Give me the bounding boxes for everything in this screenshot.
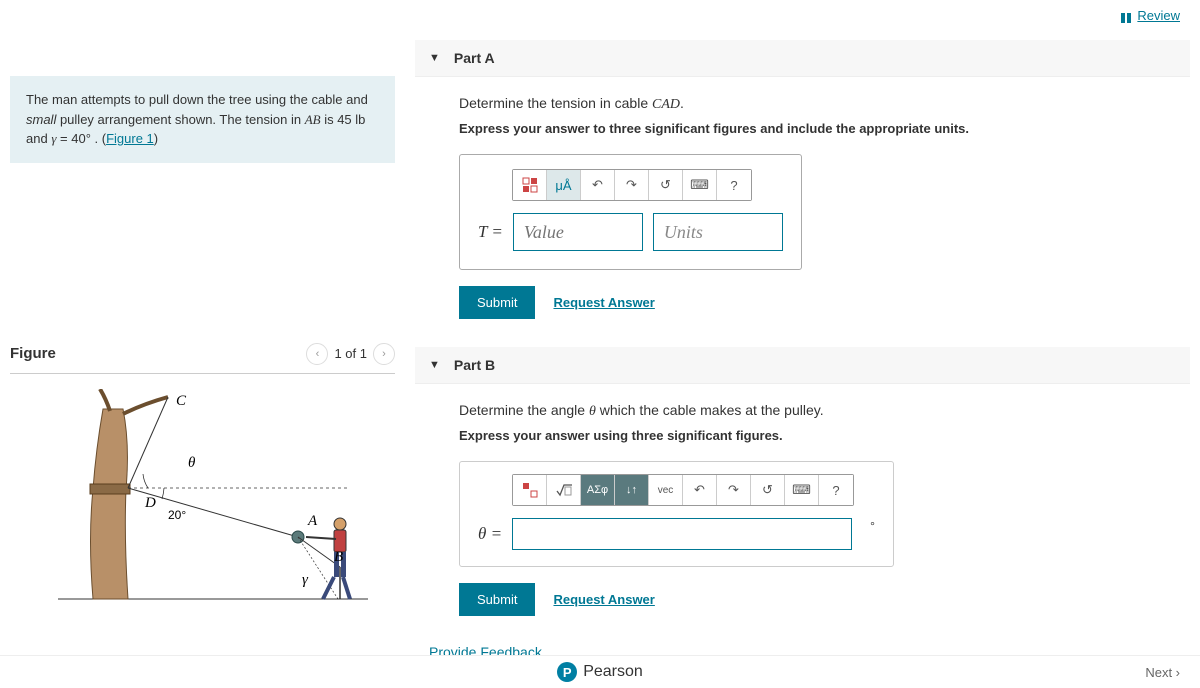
part-a-variable: T = bbox=[478, 222, 503, 242]
keyboard-button[interactable]: ⌨ bbox=[683, 170, 717, 200]
pearson-icon: P bbox=[557, 662, 577, 682]
review-link[interactable]: Review bbox=[1121, 8, 1180, 23]
part-a-submit-button[interactable]: Submit bbox=[459, 286, 535, 319]
redo-button[interactable]: ↷ bbox=[615, 170, 649, 200]
redo-button[interactable]: ↷ bbox=[717, 475, 751, 505]
figure-diagram: C D θ 20° A B γ bbox=[10, 389, 395, 622]
part-b-header[interactable]: ▼ Part B bbox=[415, 347, 1190, 384]
part-b-instruction: Express your answer using three signific… bbox=[459, 428, 1176, 443]
pearson-logo: P Pearson bbox=[557, 662, 643, 682]
part-a-request-answer[interactable]: Request Answer bbox=[553, 295, 654, 310]
svg-text:D: D bbox=[144, 495, 156, 511]
part-b-value-input[interactable] bbox=[512, 518, 852, 550]
undo-button[interactable]: ↶ bbox=[683, 475, 717, 505]
templates-icon[interactable] bbox=[513, 170, 547, 200]
vec-button[interactable]: vec bbox=[649, 475, 683, 505]
part-b-prompt: Determine the angle θ which the cable ma… bbox=[459, 402, 1176, 420]
caret-down-icon: ▼ bbox=[429, 52, 440, 64]
keyboard-button[interactable]: ⌨ bbox=[785, 475, 819, 505]
part-a-units-input[interactable]: Units bbox=[653, 213, 783, 251]
svg-text:20°: 20° bbox=[168, 508, 186, 522]
caret-down-icon: ▼ bbox=[429, 359, 440, 371]
svg-text:C: C bbox=[176, 393, 187, 409]
part-a-header[interactable]: ▼ Part A bbox=[415, 40, 1190, 77]
part-a-value-input[interactable] bbox=[513, 213, 643, 251]
next-button[interactable]: Next › bbox=[1145, 665, 1180, 680]
figure-title: Figure bbox=[10, 345, 56, 362]
root-icon[interactable] bbox=[547, 475, 581, 505]
problem-statement: The man attempts to pull down the tree u… bbox=[10, 76, 395, 163]
svg-text:γ: γ bbox=[302, 572, 309, 588]
units-button[interactable]: μÅ bbox=[547, 170, 581, 200]
help-button[interactable]: ? bbox=[819, 475, 853, 505]
undo-button[interactable]: ↶ bbox=[581, 170, 615, 200]
part-b-title: Part B bbox=[454, 357, 495, 373]
part-a-instruction: Express your answer to three significant… bbox=[459, 121, 1176, 136]
part-b-submit-button[interactable]: Submit bbox=[459, 583, 535, 616]
subscript-button[interactable]: ↓↑ bbox=[615, 475, 649, 505]
part-a-prompt: Determine the tension in cable CAD. bbox=[459, 95, 1176, 113]
svg-text:B: B bbox=[334, 549, 343, 565]
figure-link[interactable]: Figure 1 bbox=[106, 131, 154, 146]
svg-text:A: A bbox=[307, 513, 318, 529]
review-label: Review bbox=[1137, 8, 1180, 23]
help-button[interactable]: ? bbox=[717, 170, 751, 200]
figure-next-button[interactable]: › bbox=[373, 343, 395, 365]
reset-button[interactable]: ↺ bbox=[649, 170, 683, 200]
templates-icon[interactable] bbox=[513, 475, 547, 505]
flag-icon bbox=[1121, 11, 1133, 21]
figure-prev-button[interactable]: ‹ bbox=[306, 343, 328, 365]
part-a-toolbar: μÅ ↶ ↷ ↺ ⌨ ? bbox=[512, 169, 752, 201]
part-a-title: Part A bbox=[454, 50, 495, 66]
part-b-variable: θ = bbox=[478, 524, 502, 544]
svg-text:θ: θ bbox=[188, 455, 196, 471]
reset-button[interactable]: ↺ bbox=[751, 475, 785, 505]
part-b-request-answer[interactable]: Request Answer bbox=[553, 592, 654, 607]
part-b-toolbar: ΑΣφ ↓↑ vec ↶ ↷ ↺ ⌨ ? bbox=[512, 474, 854, 506]
greek-button[interactable]: ΑΣφ bbox=[581, 475, 615, 505]
figure-counter: 1 of 1 bbox=[334, 346, 367, 361]
degree-icon: ° bbox=[870, 519, 875, 533]
